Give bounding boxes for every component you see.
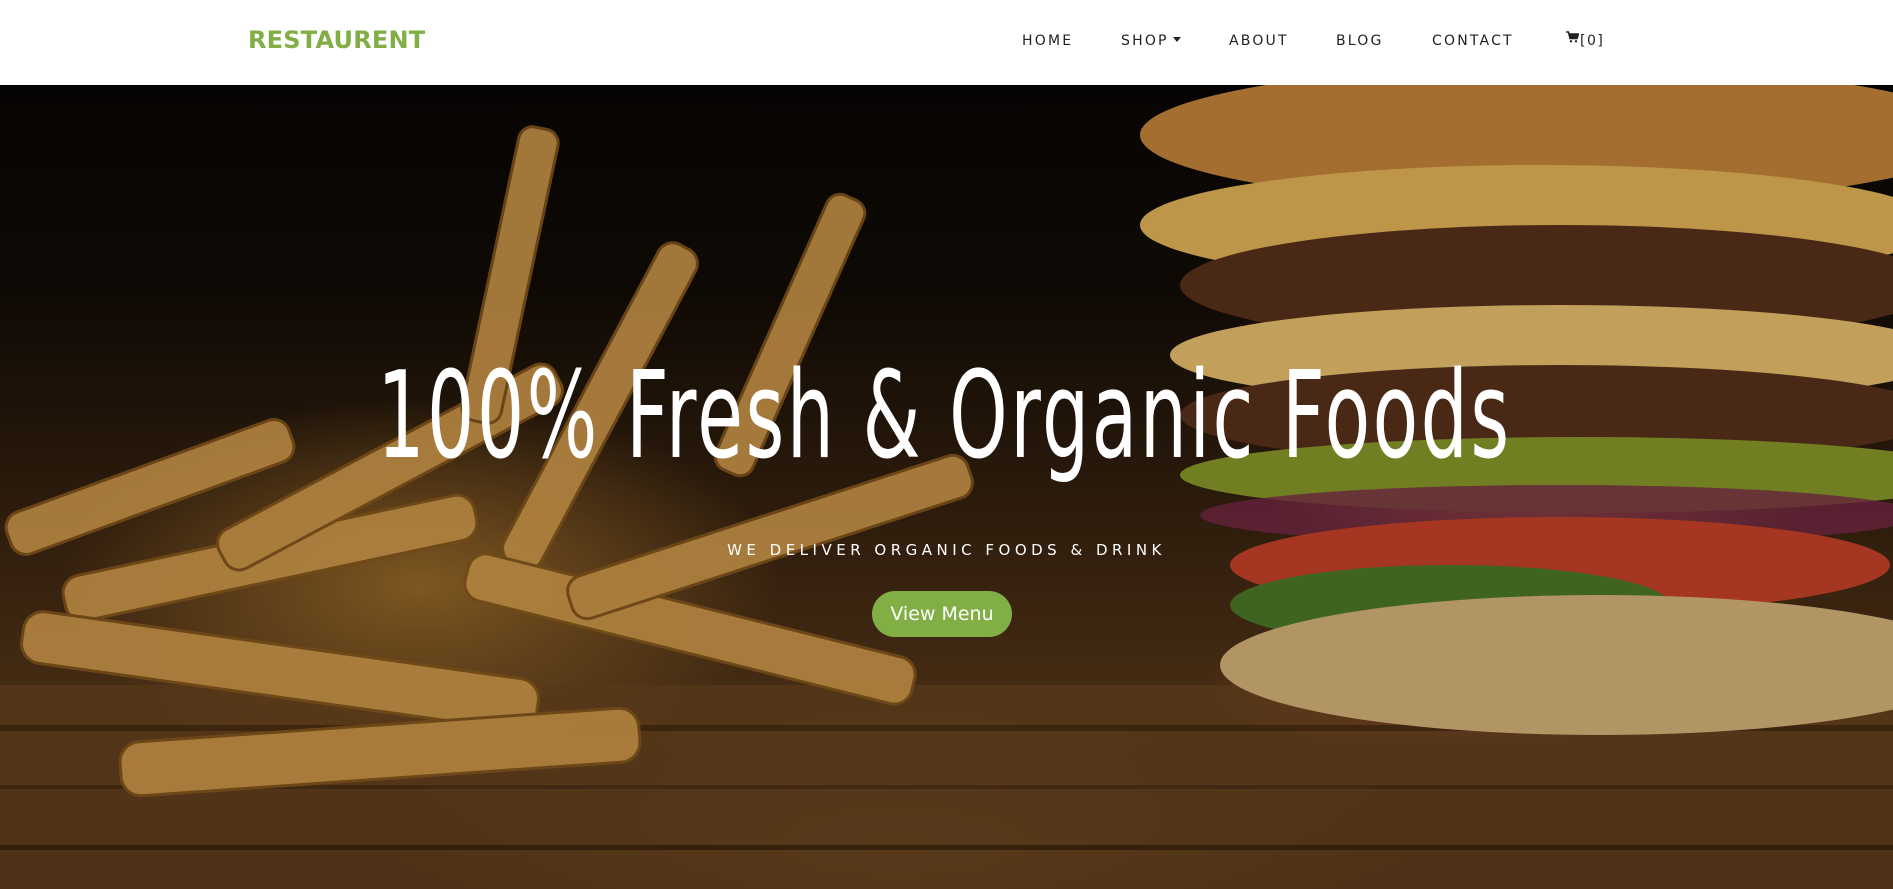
hero-banner: 100% Fresh & Organic Foods WE DELIVER OR… <box>0 85 1893 889</box>
hero-subtitle: WE DELIVER ORGANIC FOODS & DRINK <box>727 541 1166 559</box>
navbar: RESTAURENT HOME SHOP ABOUT BLOG CONTACT … <box>0 0 1893 85</box>
cart-count: [0] <box>1580 33 1605 49</box>
cart-icon <box>1566 30 1580 48</box>
nav-item-contact[interactable]: CONTACT <box>1432 32 1514 50</box>
chevron-down-icon <box>1172 36 1181 42</box>
nav-item-shop-label: SHOP <box>1121 33 1169 49</box>
hero-title: 100% Fresh & Organic Foods <box>377 347 1512 486</box>
nav-item-cart[interactable]: [0] <box>1566 30 1605 50</box>
nav-item-about[interactable]: ABOUT <box>1229 32 1289 50</box>
nav-item-shop[interactable]: SHOP <box>1121 32 1181 50</box>
nav-menu: HOME SHOP ABOUT BLOG CONTACT [0] <box>0 30 1893 52</box>
nav-item-home[interactable]: HOME <box>1022 32 1073 50</box>
hero-overlay <box>0 85 1893 889</box>
view-menu-button[interactable]: View Menu <box>872 591 1012 637</box>
nav-item-blog[interactable]: BLOG <box>1336 32 1384 50</box>
